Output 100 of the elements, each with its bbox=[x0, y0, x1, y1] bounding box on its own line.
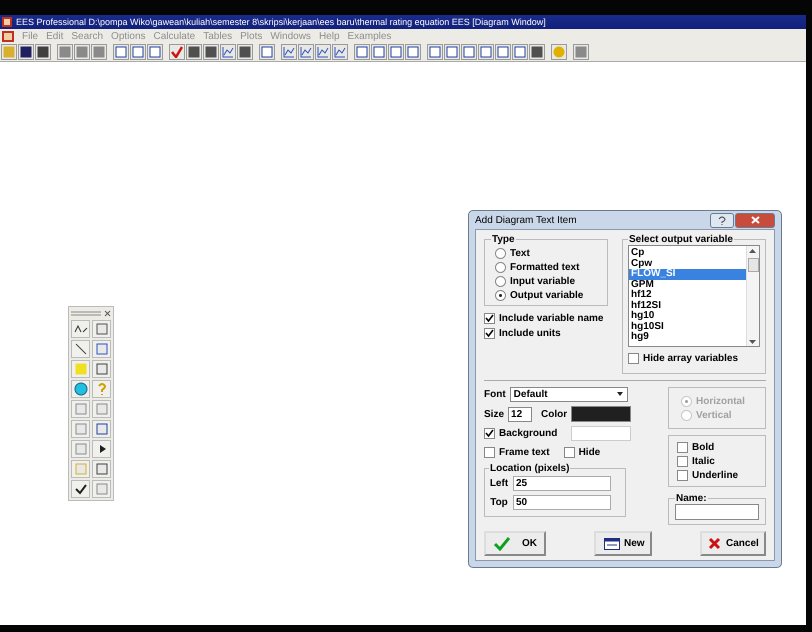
size-label: Size bbox=[484, 408, 504, 420]
palette-button[interactable] bbox=[92, 440, 111, 458]
checkbox-label: Background bbox=[499, 428, 558, 439]
palette-button[interactable] bbox=[92, 340, 111, 358]
toolbar-button[interactable] bbox=[113, 44, 129, 60]
list-item[interactable]: GPM bbox=[629, 280, 746, 290]
font-dropdown[interactable]: Default bbox=[510, 387, 628, 402]
close-icon[interactable] bbox=[104, 310, 111, 317]
check-icon bbox=[171, 46, 183, 58]
radio-label: Text bbox=[510, 248, 530, 258]
toolbar-button[interactable] bbox=[354, 44, 370, 60]
list-item[interactable]: hg9 bbox=[629, 332, 746, 342]
app-icon bbox=[2, 17, 12, 27]
toolbar-button[interactable] bbox=[203, 44, 219, 60]
toolbar-button[interactable] bbox=[186, 44, 202, 60]
size-field[interactable]: 12 bbox=[508, 406, 532, 422]
input-field[interactable]: 50 bbox=[513, 495, 611, 510]
palette-button[interactable] bbox=[92, 420, 111, 438]
ok-button[interactable]: OK bbox=[484, 531, 546, 556]
palette-button[interactable] bbox=[92, 460, 111, 478]
font-label: Font bbox=[484, 389, 506, 400]
palette-button[interactable] bbox=[71, 480, 90, 498]
checkbox-label: Frame text bbox=[499, 446, 550, 458]
toolbar-button[interactable] bbox=[35, 44, 51, 60]
toolbar-button[interactable] bbox=[371, 44, 387, 60]
toolbar-button[interactable] bbox=[444, 44, 460, 60]
checkbox[interactable] bbox=[484, 312, 495, 324]
group-label: Type bbox=[491, 234, 516, 245]
color-swatch[interactable] bbox=[571, 406, 632, 422]
toolbar-button[interactable] bbox=[315, 44, 331, 60]
checkbox-label: Include units bbox=[499, 328, 561, 338]
toolbar-button[interactable] bbox=[130, 44, 146, 60]
group-label: Name: bbox=[675, 493, 708, 504]
checkbox[interactable] bbox=[677, 456, 688, 466]
input-field[interactable]: 25 bbox=[513, 476, 611, 491]
close-icon bbox=[750, 216, 760, 224]
checkmark-icon bbox=[494, 536, 510, 550]
palette-button[interactable] bbox=[71, 320, 90, 338]
cancel-button[interactable]: Cancel bbox=[700, 531, 766, 556]
list-item[interactable]: hf12 bbox=[629, 290, 746, 300]
toolbar-button[interactable] bbox=[478, 44, 494, 60]
toolbar-button[interactable] bbox=[18, 44, 34, 60]
name-field[interactable] bbox=[675, 504, 759, 520]
checkbox[interactable] bbox=[677, 442, 688, 452]
checkbox[interactable] bbox=[677, 470, 688, 480]
palette-button[interactable] bbox=[92, 360, 111, 378]
toolbar-button[interactable] bbox=[461, 44, 477, 60]
list-item[interactable]: hg10SI bbox=[629, 322, 746, 332]
list-item[interactable]: hf12SI bbox=[629, 300, 746, 311]
radio-label: Formatted text bbox=[510, 262, 580, 272]
background-color-field[interactable] bbox=[571, 426, 632, 441]
group-label: Location (pixels) bbox=[489, 463, 570, 474]
dialog-title: Add Diagram Text Item bbox=[475, 214, 577, 226]
scroll-bar[interactable] bbox=[746, 246, 759, 346]
radio-button[interactable] bbox=[495, 290, 506, 300]
list-item[interactable]: hg10 bbox=[629, 311, 746, 322]
palette-button[interactable] bbox=[71, 380, 90, 398]
toolbar-button[interactable] bbox=[388, 44, 404, 60]
toolbar-button[interactable] bbox=[405, 44, 421, 60]
new-button[interactable]: New bbox=[594, 531, 652, 556]
up-arrow-icon[interactable] bbox=[749, 249, 756, 253]
scroll-thumb[interactable] bbox=[748, 258, 759, 272]
checkbox[interactable] bbox=[564, 446, 575, 458]
checkbox[interactable] bbox=[484, 446, 495, 458]
checkbox[interactable] bbox=[628, 352, 639, 364]
toolbar-button[interactable] bbox=[495, 44, 511, 60]
group-label: Select output variable bbox=[628, 234, 734, 245]
field-label: Left bbox=[489, 478, 509, 489]
circle-icon bbox=[74, 382, 88, 396]
toolbar-button[interactable] bbox=[332, 44, 348, 60]
radio-button[interactable] bbox=[495, 276, 506, 286]
radio-button[interactable] bbox=[495, 248, 506, 258]
list-item[interactable]: Cp bbox=[629, 248, 746, 258]
toolbar-button[interactable] bbox=[237, 44, 253, 60]
check-icon bbox=[74, 482, 88, 496]
app-icon[interactable] bbox=[2, 30, 14, 42]
checkbox[interactable] bbox=[484, 428, 495, 439]
toolbar-button[interactable] bbox=[298, 44, 314, 60]
list-item[interactable]: Cpw bbox=[629, 258, 746, 269]
close-button[interactable] bbox=[735, 212, 775, 228]
radio-label: Horizontal bbox=[696, 396, 745, 406]
checkbox-label: Bold bbox=[692, 442, 714, 452]
toolbar-button[interactable] bbox=[529, 44, 545, 60]
toolbar-button[interactable] bbox=[147, 44, 163, 60]
radio-label: Output variable bbox=[510, 290, 584, 300]
toolbar-button[interactable] bbox=[281, 44, 297, 60]
toolbar-button[interactable] bbox=[512, 44, 528, 60]
toolbar-button[interactable] bbox=[427, 44, 443, 60]
window-title: EES Professional D:\pompa Wiko\gawean\kuliah\semester 8\skripsi\kerjaan\ees baru\thermal rating equation EES [Diagram Window] bbox=[16, 17, 546, 27]
radio-label: Vertical bbox=[696, 410, 732, 420]
checkbox-label: Hide bbox=[578, 446, 600, 458]
palette-button[interactable] bbox=[92, 320, 111, 338]
square-icon bbox=[74, 362, 88, 376]
checkbox[interactable] bbox=[484, 328, 495, 338]
list-item[interactable]: FLOW_SI bbox=[629, 269, 746, 280]
radio-button[interactable] bbox=[495, 262, 506, 272]
help-button[interactable] bbox=[710, 212, 734, 228]
toolbar-button[interactable] bbox=[220, 44, 236, 60]
down-arrow-icon[interactable] bbox=[749, 340, 756, 344]
toolbar-button[interactable] bbox=[259, 44, 275, 60]
